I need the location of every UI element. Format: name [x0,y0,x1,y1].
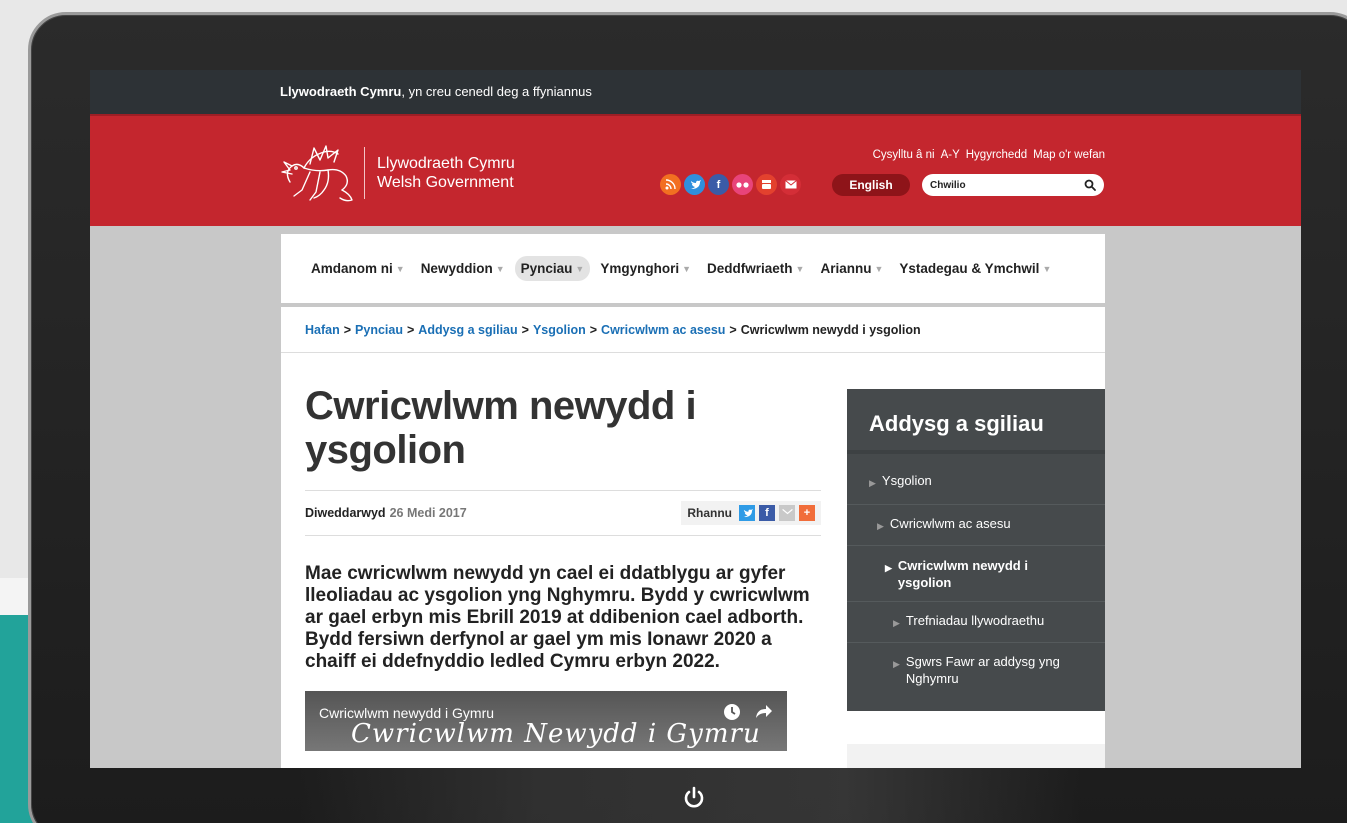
contact-link[interactable]: Cysylltu â ni [873,149,935,161]
logo-text: Llywodraeth Cymru Welsh Government [377,154,515,192]
dropdown-arrow-icon: ▼ [1042,263,1052,274]
search-input[interactable] [930,179,1070,191]
share-email-icon[interactable] [779,505,795,521]
search-icon[interactable] [1084,179,1096,191]
twitter-icon[interactable] [684,174,705,195]
nav-item-legislation[interactable]: Deddfwriaeth ▼ [701,256,810,281]
nav-item-consultations[interactable]: Ymgynghori ▼ [594,256,697,281]
facebook-icon[interactable]: f [708,174,729,195]
secondary-panel [847,744,1105,768]
nav-label: Pynciau [520,261,573,276]
triangle-right-icon: ▶ [877,521,884,531]
sidebar-item-schools[interactable]: ▶ Ysgolion [847,454,1105,505]
breadcrumb-separator: > [343,322,352,337]
nav-label: Ystadegau & Ymchwil [899,261,1040,276]
nav-item-funding[interactable]: Ariannu ▼ [814,256,889,281]
page-content: Amdanom ni ▼ Newyddion ▼ Pynciau ▼ Ymgyngho… [281,234,1105,768]
nav-item-about[interactable]: Amdanom ni ▼ [305,256,411,281]
sidebar-item-label: Sgwrs Fawr ar addysg yng Nghymru [905,654,1060,686]
article-meta: Diweddarwyd 26 Medi 2017 Rhannu f + [305,490,821,536]
watch-later-icon[interactable] [723,703,741,721]
section-sidebar: Addysg a sgiliau ▶ Ysgolion ▶ Cwricwlwm ac… [847,389,1105,711]
sidebar-item-label: Cwricwlwm newydd i ysgolion [897,558,1028,590]
dropdown-arrow-icon: ▼ [795,263,805,274]
logo-divider [364,147,365,199]
nav-label: Amdanom ni [311,261,393,276]
dropdown-arrow-icon: ▼ [495,263,505,274]
social-icons: f [660,174,801,195]
updated-date: 26 Medi 2017 [389,506,467,520]
top-bar-brand[interactable]: Llywodraeth Cymru [280,84,401,99]
share-twitter-icon[interactable] [739,505,755,521]
email-icon[interactable] [780,174,801,195]
nav-label: Ariannu [820,261,872,276]
share-label: Rhannu [687,506,732,520]
breadcrumb-topics[interactable]: Pynciau [355,323,403,337]
breadcrumb-curriculum[interactable]: Cwricwlwm ac asesu [601,323,725,337]
sidebar-item-new-curriculum[interactable]: ▶ Cwricwlwm newydd i ysgolion [847,546,1105,602]
nav-item-topics[interactable]: Pynciau ▼ [514,256,591,281]
sidebar-item-label: Trefniadau llywodraethu [905,613,1045,628]
breadcrumb-separator: > [406,322,415,337]
breadcrumb-current: Cwricwlwm newydd i ysgolion [740,322,921,337]
power-icon[interactable] [681,785,707,811]
language-toggle-button[interactable]: English [832,174,910,196]
main-navigation: Amdanom ni ▼ Newyddion ▼ Pynciau ▼ Ymgyngho… [281,234,1105,307]
triangle-right-icon: ▶ [885,563,892,573]
top-bar-tagline: , yn creu cenedl deg a ffyniannus [401,84,592,99]
nav-label: Newyddion [420,261,493,276]
welsh-dragon-icon [281,145,353,202]
youtube-icon[interactable] [756,174,777,195]
share-facebook-icon[interactable]: f [759,505,775,521]
share-bar: Rhannu f + [681,501,821,525]
share-arrow-icon[interactable] [755,703,773,719]
video-controls [723,703,773,721]
rss-icon[interactable] [660,174,681,195]
nav-item-statistics[interactable]: Ystadegau & Ymchwil ▼ [893,256,1057,281]
breadcrumb-separator: > [729,322,737,337]
sidebar-item-curriculum[interactable]: ▶ Cwricwlwm ac asesu [847,505,1105,546]
sidebar-title: Addysg a sgiliau [847,389,1105,454]
logo-line-english: Welsh Government [377,174,514,191]
sitemap-link[interactable]: Map o'r wefan [1033,149,1105,161]
sidebar-item-label: Ysgolion [881,473,932,488]
nav-item-news[interactable]: Newyddion ▼ [415,256,511,281]
breadcrumb-schools[interactable]: Ysgolion [533,323,586,337]
breadcrumb-separator: > [589,322,598,337]
search-box [922,174,1104,196]
dropdown-arrow-icon: ▼ [575,263,585,274]
share-more-icon[interactable]: + [799,505,815,521]
video-player[interactable]: Cwricwlwm newydd i Gymru Cwricwlwm Newyd… [305,691,787,751]
logo-line-welsh: Llywodraeth Cymru [377,155,515,172]
breadcrumb: Hafan > Pynciau > Addysg a sgiliau > Ysgoli… [281,307,1105,353]
page-title: Cwricwlwm newydd i ysgolion [305,384,697,472]
breadcrumb-home[interactable]: Hafan [305,323,340,337]
triangle-right-icon: ▶ [893,659,900,669]
accessibility-link[interactable]: Hygyrchedd [966,149,1027,161]
laptop-screen: Llywodraeth Cymru, yn creu cenedl deg a … [90,70,1301,768]
breadcrumb-education[interactable]: Addysg a sgiliau [418,323,517,337]
article-summary: Mae cwricwlwm newydd yn cael ei ddatblyg… [305,563,810,672]
triangle-right-icon: ▶ [893,618,900,628]
sidebar-item-label: Cwricwlwm ac asesu [889,516,1011,531]
sidebar-item-great-debate[interactable]: ▶ Sgwrs Fawr ar addysg yng Nghymru [847,643,1105,697]
sidebar-item-governance[interactable]: ▶ Trefniadau llywodraethu [847,602,1105,643]
article: Cwricwlwm newydd i ysgolion Diweddarwyd … [305,384,821,751]
site-header: Llywodraeth Cymru Welsh Government Cysyl… [90,114,1301,226]
dropdown-arrow-icon: ▼ [682,263,692,274]
flickr-icon[interactable] [732,174,753,195]
nav-label: Ymgynghori [600,261,680,276]
top-bar: Llywodraeth Cymru, yn creu cenedl deg a … [90,70,1301,114]
utility-links: Cysylltu â ni A-Y Hygyrchedd Map o'r wef… [873,149,1105,161]
breadcrumb-separator: > [521,322,529,337]
nav-label: Deddfwriaeth [707,261,793,276]
video-thumbnail-text: Cwricwlwm Newydd i Gymru [351,719,761,749]
dropdown-arrow-icon: ▼ [395,263,405,274]
triangle-right-icon: ▶ [869,478,876,488]
updated-label: Diweddarwyd [305,506,386,520]
site-logo[interactable]: Llywodraeth Cymru Welsh Government [280,142,515,204]
dropdown-arrow-icon: ▼ [874,263,884,274]
a-z-link[interactable]: A-Y [941,149,960,161]
